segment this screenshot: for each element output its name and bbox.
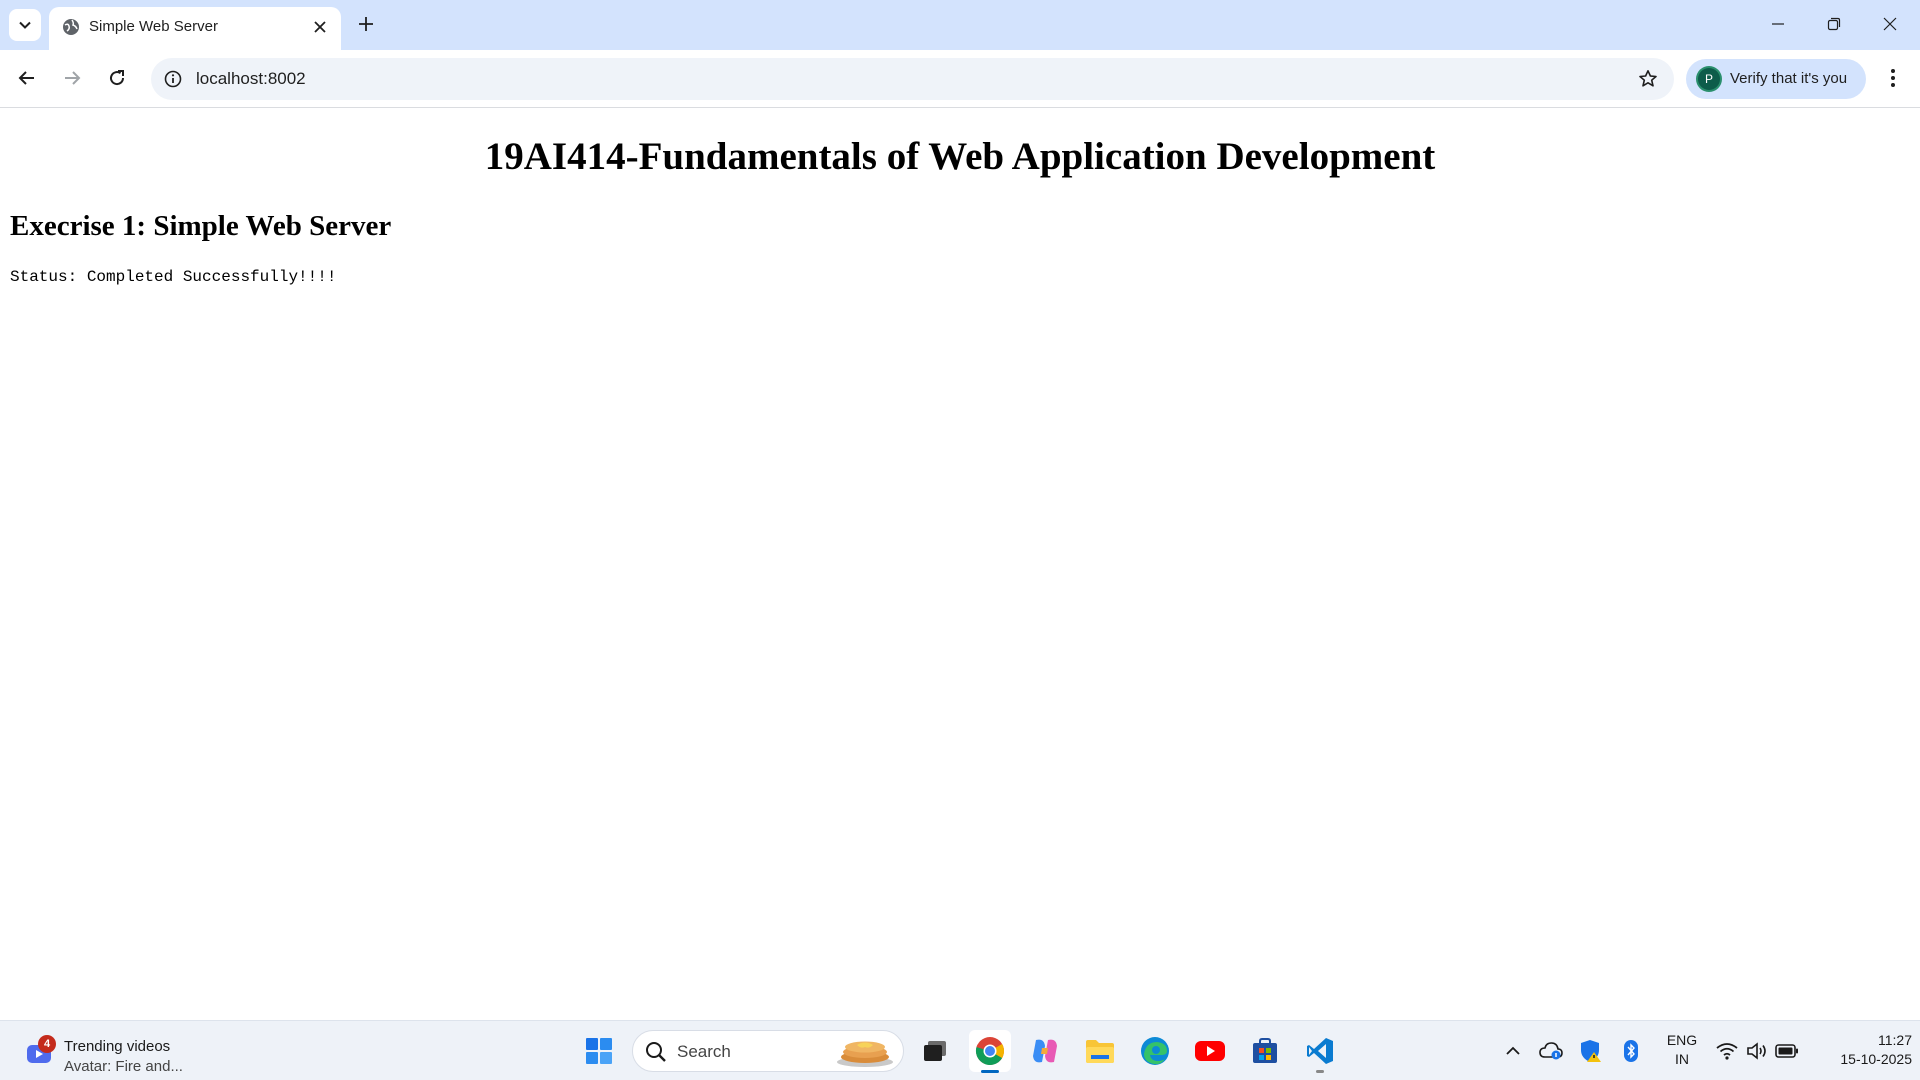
file-explorer-icon xyxy=(1086,1040,1114,1063)
taskbar-store[interactable] xyxy=(1244,1030,1286,1072)
taskbar-file-explorer[interactable] xyxy=(1079,1030,1121,1072)
show-hidden-icons-button[interactable] xyxy=(1500,1037,1526,1065)
arrow-left-icon xyxy=(18,71,34,85)
windows-taskbar: 4 Trending videos Avatar: Fire and... Se… xyxy=(0,1020,1920,1080)
chevron-down-icon xyxy=(19,21,31,29)
tab-search-button[interactable] xyxy=(9,9,41,41)
profile-chip-label: Verify that it's you xyxy=(1730,70,1848,87)
close-icon xyxy=(314,21,326,33)
region-code: IN xyxy=(1675,1051,1689,1067)
taskbar-edge[interactable] xyxy=(1134,1030,1176,1072)
chrome-icon xyxy=(975,1037,1004,1065)
task-view-icon xyxy=(924,1041,946,1061)
widget-title: Trending videos xyxy=(64,1038,171,1055)
avatar: P xyxy=(1698,68,1720,90)
more-vertical-icon xyxy=(1891,69,1895,87)
taskbar-search[interactable]: Search xyxy=(632,1030,904,1072)
chevron-up-icon xyxy=(1506,1046,1520,1055)
reload-icon xyxy=(110,70,125,86)
shield-warning-icon xyxy=(1581,1040,1601,1062)
bookmark-star-icon[interactable] xyxy=(1636,67,1660,91)
widget-subtitle: Avatar: Fire and... xyxy=(64,1058,183,1075)
arrow-right-icon xyxy=(65,71,81,85)
restore-icon xyxy=(1827,17,1841,31)
site-info-icon[interactable] xyxy=(161,67,185,91)
tab-simple-web-server[interactable]: Simple Web Server xyxy=(49,7,341,50)
page-heading: 19AI414-Fundamentals of Web Application … xyxy=(484,135,1436,178)
status-text: Status: Completed Successfully!!!! xyxy=(10,268,337,286)
minimize-button[interactable] xyxy=(1750,0,1806,48)
taskbar-vscode[interactable] xyxy=(1299,1030,1341,1073)
back-button[interactable] xyxy=(10,61,44,95)
taskbar-clock[interactable]: 11:27 15-10-2025 xyxy=(1808,1031,1912,1069)
edge-icon xyxy=(1141,1037,1169,1065)
widgets-button[interactable]: 4 Trending videos Avatar: Fire and... xyxy=(24,1029,204,1075)
security-tray[interactable] xyxy=(1578,1037,1604,1065)
speaker-icon xyxy=(1747,1042,1766,1060)
restore-button[interactable] xyxy=(1806,0,1862,48)
globe-icon xyxy=(61,17,81,37)
start-button[interactable] xyxy=(578,1030,620,1072)
url-text[interactable]: localhost:8002 xyxy=(196,69,306,89)
new-tab-button[interactable] xyxy=(352,10,380,38)
forward-button[interactable] xyxy=(55,61,89,95)
search-icon xyxy=(645,1041,667,1063)
close-icon xyxy=(1883,17,1897,31)
browser-menu-button[interactable] xyxy=(1876,61,1910,95)
wifi-icon xyxy=(1716,1043,1738,1060)
web-page-content: 19AI414-Fundamentals of Web Application … xyxy=(0,108,1920,1020)
clock-date: 15-10-2025 xyxy=(1840,1051,1912,1067)
battery-tray[interactable] xyxy=(1774,1037,1800,1065)
start-icon xyxy=(586,1038,612,1064)
youtube-icon xyxy=(1195,1041,1225,1061)
search-label: Search xyxy=(677,1042,731,1061)
bluetooth-tray[interactable] xyxy=(1618,1037,1644,1065)
close-window-button[interactable] xyxy=(1862,0,1918,48)
active-app-indicator xyxy=(981,1070,999,1073)
profile-verify-chip[interactable]: P Verify that it's you xyxy=(1686,59,1866,99)
wifi-tray[interactable] xyxy=(1714,1037,1740,1065)
exercise-title: Execrise 1: Simple Web Server xyxy=(10,210,392,242)
store-icon xyxy=(1253,1038,1277,1063)
browser-toolbar: localhost:8002 P Verify that it's you xyxy=(0,50,1920,108)
vscode-icon xyxy=(1307,1038,1333,1064)
pancake-highlight-icon xyxy=(833,1035,897,1069)
volume-tray[interactable] xyxy=(1744,1037,1770,1065)
taskbar-chrome[interactable] xyxy=(969,1030,1011,1073)
minimize-icon xyxy=(1772,23,1784,25)
taskbar-youtube[interactable] xyxy=(1189,1030,1231,1072)
copilot-icon xyxy=(1033,1039,1057,1063)
task-view-button[interactable] xyxy=(914,1030,956,1072)
reload-button[interactable] xyxy=(100,61,134,95)
notification-badge: 4 xyxy=(38,1035,56,1053)
input-language-indicator[interactable]: ENG IN xyxy=(1660,1031,1704,1069)
tab-title: Simple Web Server xyxy=(89,18,218,35)
browser-tabstrip: Simple Web Server xyxy=(0,0,1920,50)
battery-icon xyxy=(1775,1044,1798,1058)
onedrive-tray[interactable] xyxy=(1538,1037,1564,1065)
language-code: ENG xyxy=(1666,1032,1698,1048)
taskbar-copilot[interactable] xyxy=(1024,1030,1066,1072)
running-app-indicator xyxy=(1316,1070,1324,1073)
tab-close-button[interactable] xyxy=(309,16,331,38)
plus-icon xyxy=(359,17,373,31)
bluetooth-icon xyxy=(1624,1040,1638,1062)
clock-time: 11:27 xyxy=(1878,1032,1912,1048)
cloud-icon xyxy=(1539,1042,1563,1060)
address-bar[interactable]: localhost:8002 xyxy=(151,58,1674,100)
